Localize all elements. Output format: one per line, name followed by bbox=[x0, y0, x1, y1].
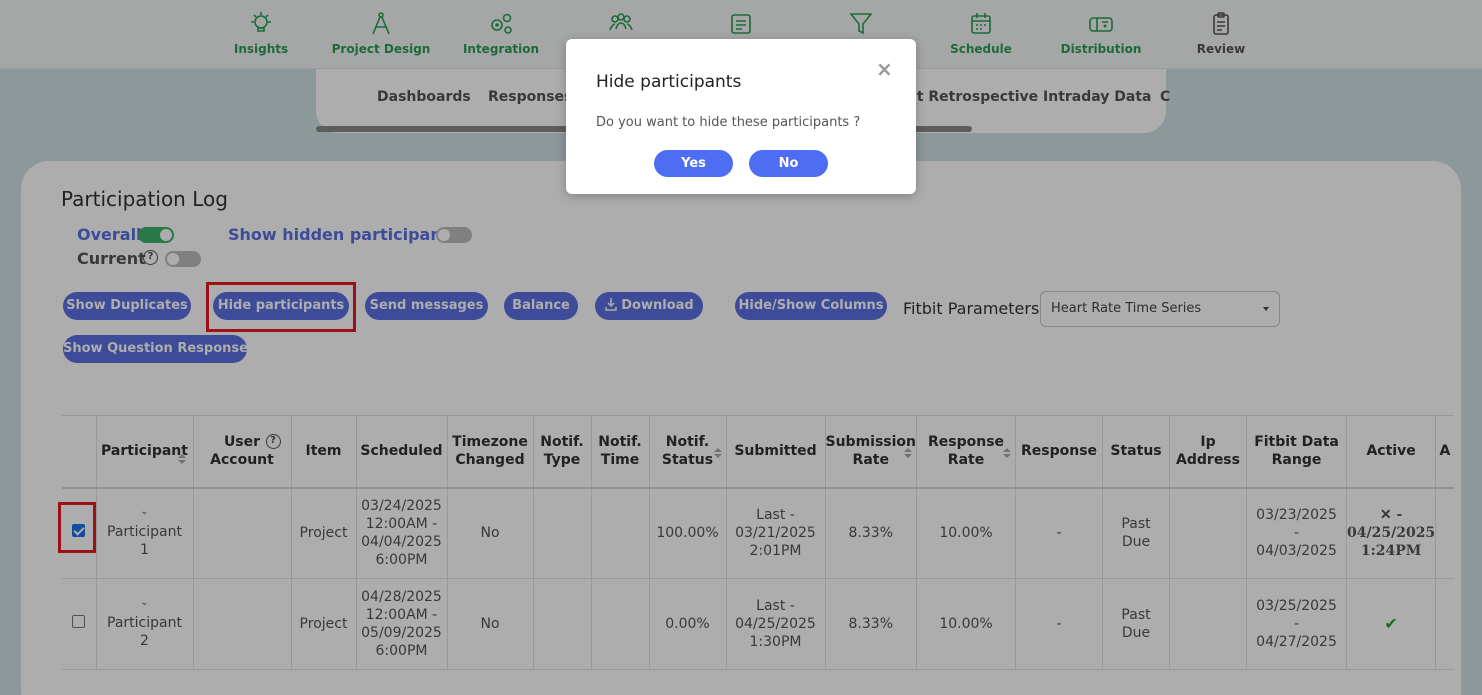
close-icon[interactable]: × bbox=[876, 57, 893, 81]
hide-participants-dialog: Hide participants × Do you want to hide … bbox=[566, 39, 916, 194]
dialog-message: Do you want to hide these participants ? bbox=[596, 115, 861, 130]
dialog-title: Hide participants bbox=[596, 72, 742, 92]
no-button[interactable]: No bbox=[749, 150, 828, 177]
yes-button[interactable]: Yes bbox=[654, 150, 733, 177]
